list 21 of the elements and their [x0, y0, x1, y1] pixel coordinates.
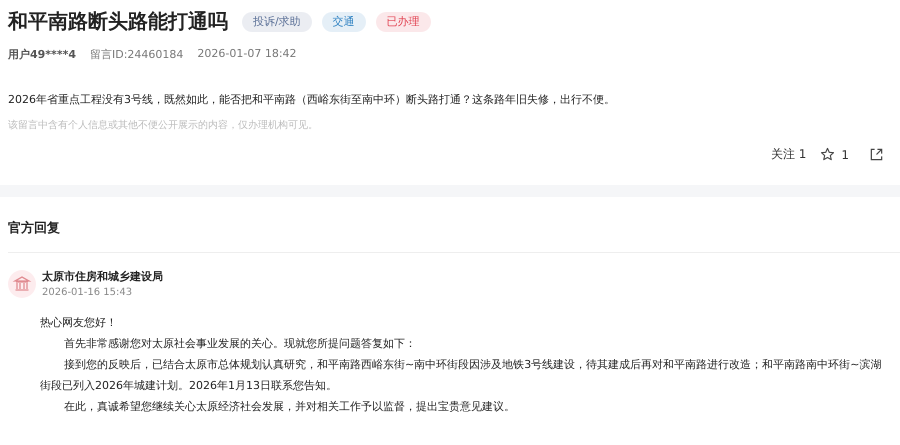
tag: 已办理	[376, 12, 431, 32]
section-heading: 官方回复	[8, 220, 61, 237]
privacy-note: 该留言中含有个人信息或其他不便公开展示的内容，仅办理机构可见。	[8, 118, 319, 132]
reply-time: 2026-01-16 15:43	[42, 287, 134, 298]
reply-paragraph: 在此，真诚希望您继续关心太原经济社会发展，并对相关工作予以监督，提出宝贵意见建议。	[63, 399, 516, 415]
reply-paragraph: 热心网友您好！	[40, 315, 118, 331]
reply-paragraph: 首先非常感谢您对太原社会事业发展的关心。现就您所提问题答复如下：	[63, 336, 417, 352]
page-title: 和平南路断头路能打通吗	[8, 8, 228, 35]
tag: 投诉/求助	[242, 12, 312, 32]
post-time: 2026-01-07 18:42	[197, 47, 297, 62]
star-count: 1	[841, 148, 849, 162]
agency-name: 太原市住房和城乡建设局	[42, 269, 163, 284]
reply-paragraph: 接到您的反映后，已结合太原市总体规划认真研究，和平南路西峪东街~南中环街段因涉及地铁3号线建设，待其建成后再对和平南路进行改造；和平南路南中环街~滨湖街段已列入2026年城建计划。2026年1月13日联系您告知。	[40, 357, 882, 394]
tag: 交通	[322, 12, 366, 32]
share-icon[interactable]	[869, 147, 884, 162]
message-text: 2026年省重点工程没有3号线，既然如此，能否把和平南路（西峪东街至南中环）断头路打通？这条路年旧失修，出行不便。	[8, 92, 616, 107]
building-icon	[8, 270, 36, 298]
user-name: 用户49****4	[8, 47, 76, 62]
message-id: 留言ID:24460184	[90, 47, 184, 62]
follow-button[interactable]: 关注 1	[770, 146, 806, 163]
star-icon[interactable]	[820, 147, 836, 162]
